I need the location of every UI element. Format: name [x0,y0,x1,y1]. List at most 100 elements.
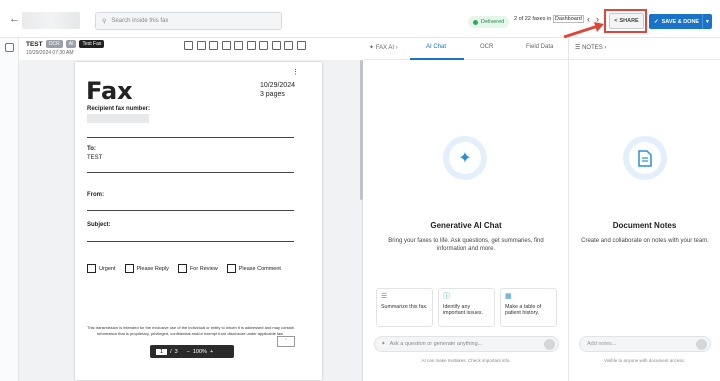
page-total: 3 [174,348,178,355]
document-toolbar [184,41,306,50]
ai-tabs: ✦ FAX AI › AI Chat OCR Field Data [363,38,569,60]
chevron-right-icon: › [604,45,607,51]
fax-ai-breadcrumb[interactable]: ✦ FAX AI › [369,44,398,51]
urgent-checkbox: Urgent [87,264,116,273]
add-note-placeholder: Add notes... [587,341,617,347]
document-notes-icon [623,136,667,180]
search-input[interactable]: ⚲ Search inside this fax [95,12,282,30]
notes-panel: ☰ NOTES › Document Notes Create and coll… [569,38,720,381]
for-review-checkbox: For Review [177,264,218,273]
please-reply-checkbox: Please Reply [124,264,169,273]
search-placeholder: Search inside this fax [111,18,169,24]
top-bar: ← ⚲ Search inside this fax Delivered 2 o… [0,0,720,39]
check-icon [473,19,478,25]
tab-ocr[interactable]: OCR [480,44,493,50]
fax-date-block: 10/29/2024 3 pages [260,81,295,99]
document-pane: TEST OCR AI Test Fax 10/29/2024 07:30 AM… [19,38,363,381]
search-icon: ⚲ [102,18,107,25]
fax-heading: Fax [86,77,133,105]
checkbox-row: Urgent Please Reply For Review Please Co… [87,264,281,273]
subject-label: Subject: [87,222,111,228]
to-value: TEST [87,155,103,161]
suggestion-summarize[interactable]: ☰ Summarize this fax. [376,288,433,327]
notes-header[interactable]: ☰ NOTES › [569,38,720,60]
to-label: To: [87,146,96,152]
active-tab-indicator [410,58,464,60]
document-date: 10/29/2024 07:30 AM [26,50,74,56]
sparkle-icon: ✦ [443,136,487,180]
info-icon: ⓘ [443,293,450,300]
split-icon[interactable] [246,41,256,50]
zoom-out-icon[interactable]: − [187,349,190,355]
save-and-done-button[interactable]: ✓ SAVE & DONE ▼ [649,14,712,29]
sparkle-small-icon: ✦ [381,341,386,347]
recipient-label: Recipient fax number: [87,106,151,112]
edit-icon[interactable] [259,41,268,50]
page-number-input[interactable]: 1 [156,348,168,355]
to-field: To: TEST [87,146,294,173]
notes-footer: Visible to anyone with document access. [604,358,685,363]
forward-icon[interactable] [221,41,231,50]
pen-icon[interactable] [296,41,306,50]
send-icon[interactable] [544,339,555,350]
back-arrow-icon[interactable]: ← [9,13,20,25]
download-icon[interactable] [284,41,293,50]
tag-ocr: OCR [45,40,63,48]
please-comment-checkbox: Please Comment [226,264,281,273]
counter-text: 2 of 22 faxes in [514,16,552,22]
suggestion-issues[interactable]: ⓘ Identify any important issues. [438,288,495,327]
table-icon: ▦ [505,293,512,300]
summarize-label: Summarize this fax. [381,303,428,310]
disclaimer-text: This transmission is intended for the ex… [87,325,294,336]
table-label: Make a table of patient history. [505,303,542,317]
tab-ai-chat[interactable]: AI Chat [426,44,446,50]
zoom-level: 100% [192,348,207,355]
check-icon: ✓ [654,18,659,25]
rotate-icon[interactable] [234,41,243,50]
suggestion-table[interactable]: ▦ Make a table of patient history. [500,288,557,327]
fax-page: ⋮ Fax 10/29/2024 3 pages Recipient fax n… [75,62,322,380]
chevron-down-icon[interactable]: ▼ [702,14,712,29]
status-badge: Delivered [468,16,510,28]
ask-placeholder: Ask a question or generate anything... [389,341,483,347]
document-icon[interactable] [5,43,14,52]
ai-description: Bring your faxes to life. Ask questions,… [388,238,544,252]
status-label: Delivered [481,19,505,25]
tab-field-data[interactable]: Field Data [526,44,553,50]
tag-test-fax: Test Fax [79,40,105,48]
fax-date: 10/29/2024 [259,82,295,89]
ai-panel: ✦ FAX AI › AI Chat OCR Field Data ✦ Gene… [363,38,569,381]
delete-icon[interactable] [184,41,193,50]
suggestion-cards: ☰ Summarize this fax. ⓘ Identify any imp… [376,288,557,327]
issues-label: Identify any important issues. [443,303,484,317]
tag-ai: AI [65,40,77,48]
fax-pages: 3 pages [259,91,285,98]
left-rail [0,38,19,381]
notes-header-label: NOTES [582,45,603,51]
print-icon[interactable] [271,41,281,50]
save-label: SAVE & DONE [661,18,700,25]
more-options-icon[interactable]: ⋮ [291,68,300,77]
document-header: TEST OCR AI Test Fax 10/29/2024 07:30 AM [19,38,363,60]
redacted-logo [22,12,80,29]
summary-icon: ☰ [381,293,388,300]
notes-description: Create and collaborate on notes with you… [581,238,709,244]
notes-title: Document Notes [612,221,677,230]
document-title-row: TEST OCR AI Test Fax [26,40,105,48]
document-title: TEST [26,40,43,48]
ai-question-input[interactable]: ✦ Ask a question or generate anything... [374,336,559,352]
send-note-icon[interactable] [696,339,707,350]
zoom-in-icon[interactable]: + [210,349,213,355]
from-label: From: [87,192,104,198]
folder-icon[interactable] [196,41,206,50]
share-highlight-box [604,9,647,33]
from-field: From: [87,192,294,211]
ai-title: Generative AI Chat [430,221,502,230]
recipient-field: Recipient fax number: [87,106,294,138]
redacted-recipient [87,114,149,123]
page-navigator: 1 / 3 − 100% + [150,345,234,358]
tag-icon[interactable] [209,41,218,50]
add-note-input[interactable]: Add notes... [579,336,711,352]
subject-field: Subject: [87,222,294,242]
ai-disclaimer: AI can make mistakes. Check important in… [421,358,511,363]
